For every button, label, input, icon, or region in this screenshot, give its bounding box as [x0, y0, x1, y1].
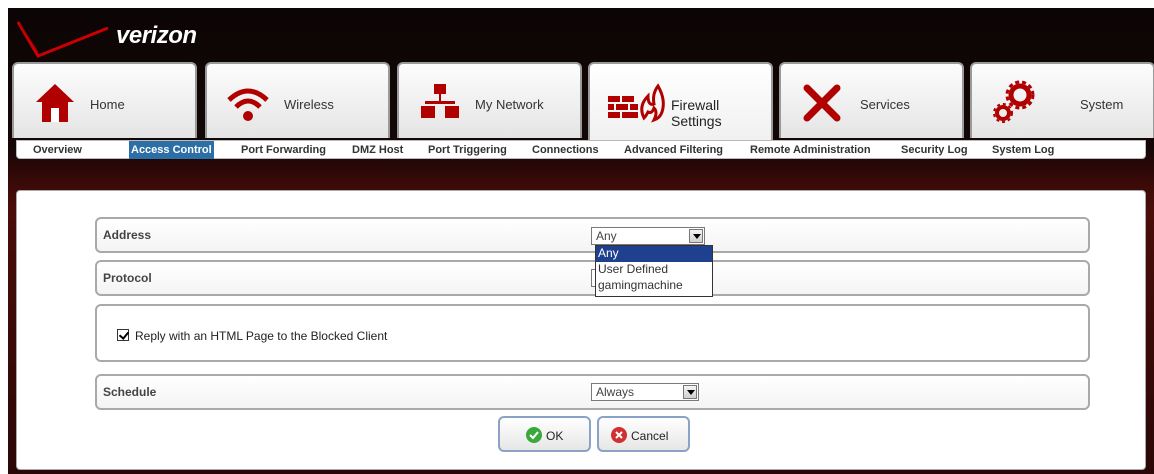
schedule-label: Schedule — [103, 385, 157, 399]
tab-firewall-settings-label: Firewall Settings — [671, 97, 722, 129]
address-option-any[interactable]: Any — [596, 246, 712, 262]
subnav-system-log[interactable]: System Log — [990, 141, 1056, 159]
ok-button[interactable]: OK — [498, 416, 591, 452]
chevron-down-icon[interactable] — [689, 229, 703, 243]
address-select[interactable]: Any — [591, 227, 705, 245]
address-label: Address — [103, 228, 152, 242]
check-icon — [526, 427, 542, 443]
address-dropdown-list[interactable]: Any User Defined gamingmachine — [595, 245, 713, 297]
tab-my-network[interactable]: My Network — [397, 62, 582, 138]
address-option-user-defined[interactable]: User Defined — [596, 262, 712, 278]
tab-firewall-settings[interactable]: Firewall Settings — [588, 62, 773, 142]
subnav-advanced-filtering[interactable]: Advanced Filtering — [622, 141, 725, 159]
schedule-row: Schedule Always — [95, 374, 1090, 410]
gears-icon — [990, 80, 1036, 126]
subnav-dmz-host[interactable]: DMZ Host — [350, 141, 405, 159]
tab-home[interactable]: Home — [12, 62, 197, 138]
tab-services[interactable]: Services — [779, 62, 964, 138]
cancel-icon — [611, 427, 627, 443]
tab-wireless-label: Wireless — [284, 97, 334, 112]
subnav-remote-administration[interactable]: Remote Administration — [748, 141, 873, 159]
logo-text: verizon — [116, 22, 197, 49]
reply-options-row: Reply with an HTML Page to the Blocked C… — [95, 304, 1090, 362]
schedule-select-value: Always — [596, 385, 635, 399]
access-control-form: Address Any Protocol Reply with an HTML … — [16, 190, 1146, 470]
protocol-label: Protocol — [103, 271, 152, 285]
tab-system[interactable]: System — [970, 62, 1154, 138]
subnav-port-triggering[interactable]: Port Triggering — [426, 141, 509, 159]
tab-system-label: System — [1080, 97, 1124, 112]
protocol-row: Protocol — [95, 260, 1090, 296]
tools-icon — [799, 80, 845, 126]
subnav-access-control[interactable]: Access Control — [129, 141, 214, 159]
schedule-select[interactable]: Always — [591, 383, 699, 401]
subnav-connections[interactable]: Connections — [530, 141, 601, 159]
router-app: verizon Home Wireless My Network Firewal… — [8, 8, 1154, 474]
home-icon — [32, 80, 78, 126]
tab-my-network-label: My Network — [475, 97, 544, 112]
tab-home-label: Home — [90, 97, 125, 112]
address-select-value: Any — [596, 229, 617, 243]
cancel-button[interactable]: Cancel — [597, 416, 690, 452]
reply-html-label: Reply with an HTML Page to the Blocked C… — [135, 329, 388, 343]
ok-button-label: OK — [546, 429, 564, 443]
cancel-button-label: Cancel — [631, 429, 669, 443]
address-row: Address Any — [95, 217, 1090, 253]
subnav-security-log[interactable]: Security Log — [899, 141, 970, 159]
network-icon — [417, 80, 463, 126]
chevron-down-icon[interactable] — [683, 385, 697, 399]
wireless-icon — [225, 80, 271, 126]
subnav-port-forwarding[interactable]: Port Forwarding — [239, 141, 328, 159]
sub-navigation: Overview Access Control Port Forwarding … — [16, 140, 1146, 159]
tab-wireless[interactable]: Wireless — [205, 62, 390, 138]
verizon-logo: verizon — [8, 8, 248, 60]
address-option-gamingmachine[interactable]: gamingmachine — [596, 278, 712, 294]
tab-services-label: Services — [860, 97, 910, 112]
firewall-icon — [608, 80, 668, 126]
reply-html-checkbox[interactable] — [117, 329, 129, 341]
subnav-overview[interactable]: Overview — [31, 141, 84, 159]
